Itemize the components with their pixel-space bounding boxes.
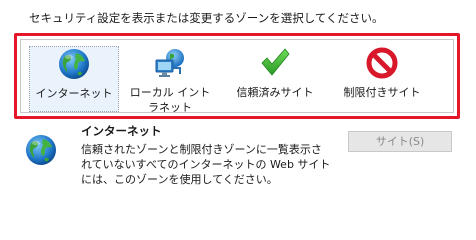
zone-local-intranet-label: ローカル イントラネット bbox=[129, 86, 211, 114]
zone-trusted-sites-label: 信頼済みサイト bbox=[236, 86, 314, 99]
intranet-icon bbox=[155, 49, 184, 77]
zone-internet-label: インターネット bbox=[35, 87, 113, 100]
checkmark-icon bbox=[261, 48, 290, 76]
zone-restricted-sites-label: 制限付きサイト bbox=[343, 86, 421, 99]
zone-detail-description: 信頼されたゾーンと制限付きゾーンに一覧表示されていないすべてのインターネットの … bbox=[81, 143, 331, 186]
zone-list: インターネット ローカル イントラネット 信頼済みサイト 制限付きサイト bbox=[20, 39, 454, 114]
sites-button[interactable]: サイト(S) bbox=[348, 131, 452, 152]
zone-restricted-sites[interactable]: 制限付きサイト bbox=[337, 46, 427, 112]
globe-icon bbox=[59, 49, 89, 79]
zone-instruction-text: セキュリティ設定を表示または変更するゾーンを選択してください。 bbox=[29, 11, 384, 25]
zone-local-intranet[interactable]: ローカル イントラネット bbox=[125, 46, 215, 114]
prohibited-icon bbox=[366, 47, 398, 79]
zone-list-highlight: インターネット ローカル イントラネット 信頼済みサイト 制限付きサイト bbox=[14, 33, 460, 119]
zone-internet[interactable]: インターネット bbox=[29, 46, 119, 112]
globe-icon bbox=[26, 135, 56, 165]
zone-detail-title: インターネット bbox=[81, 124, 162, 138]
zone-trusted-sites[interactable]: 信頼済みサイト bbox=[230, 46, 320, 112]
